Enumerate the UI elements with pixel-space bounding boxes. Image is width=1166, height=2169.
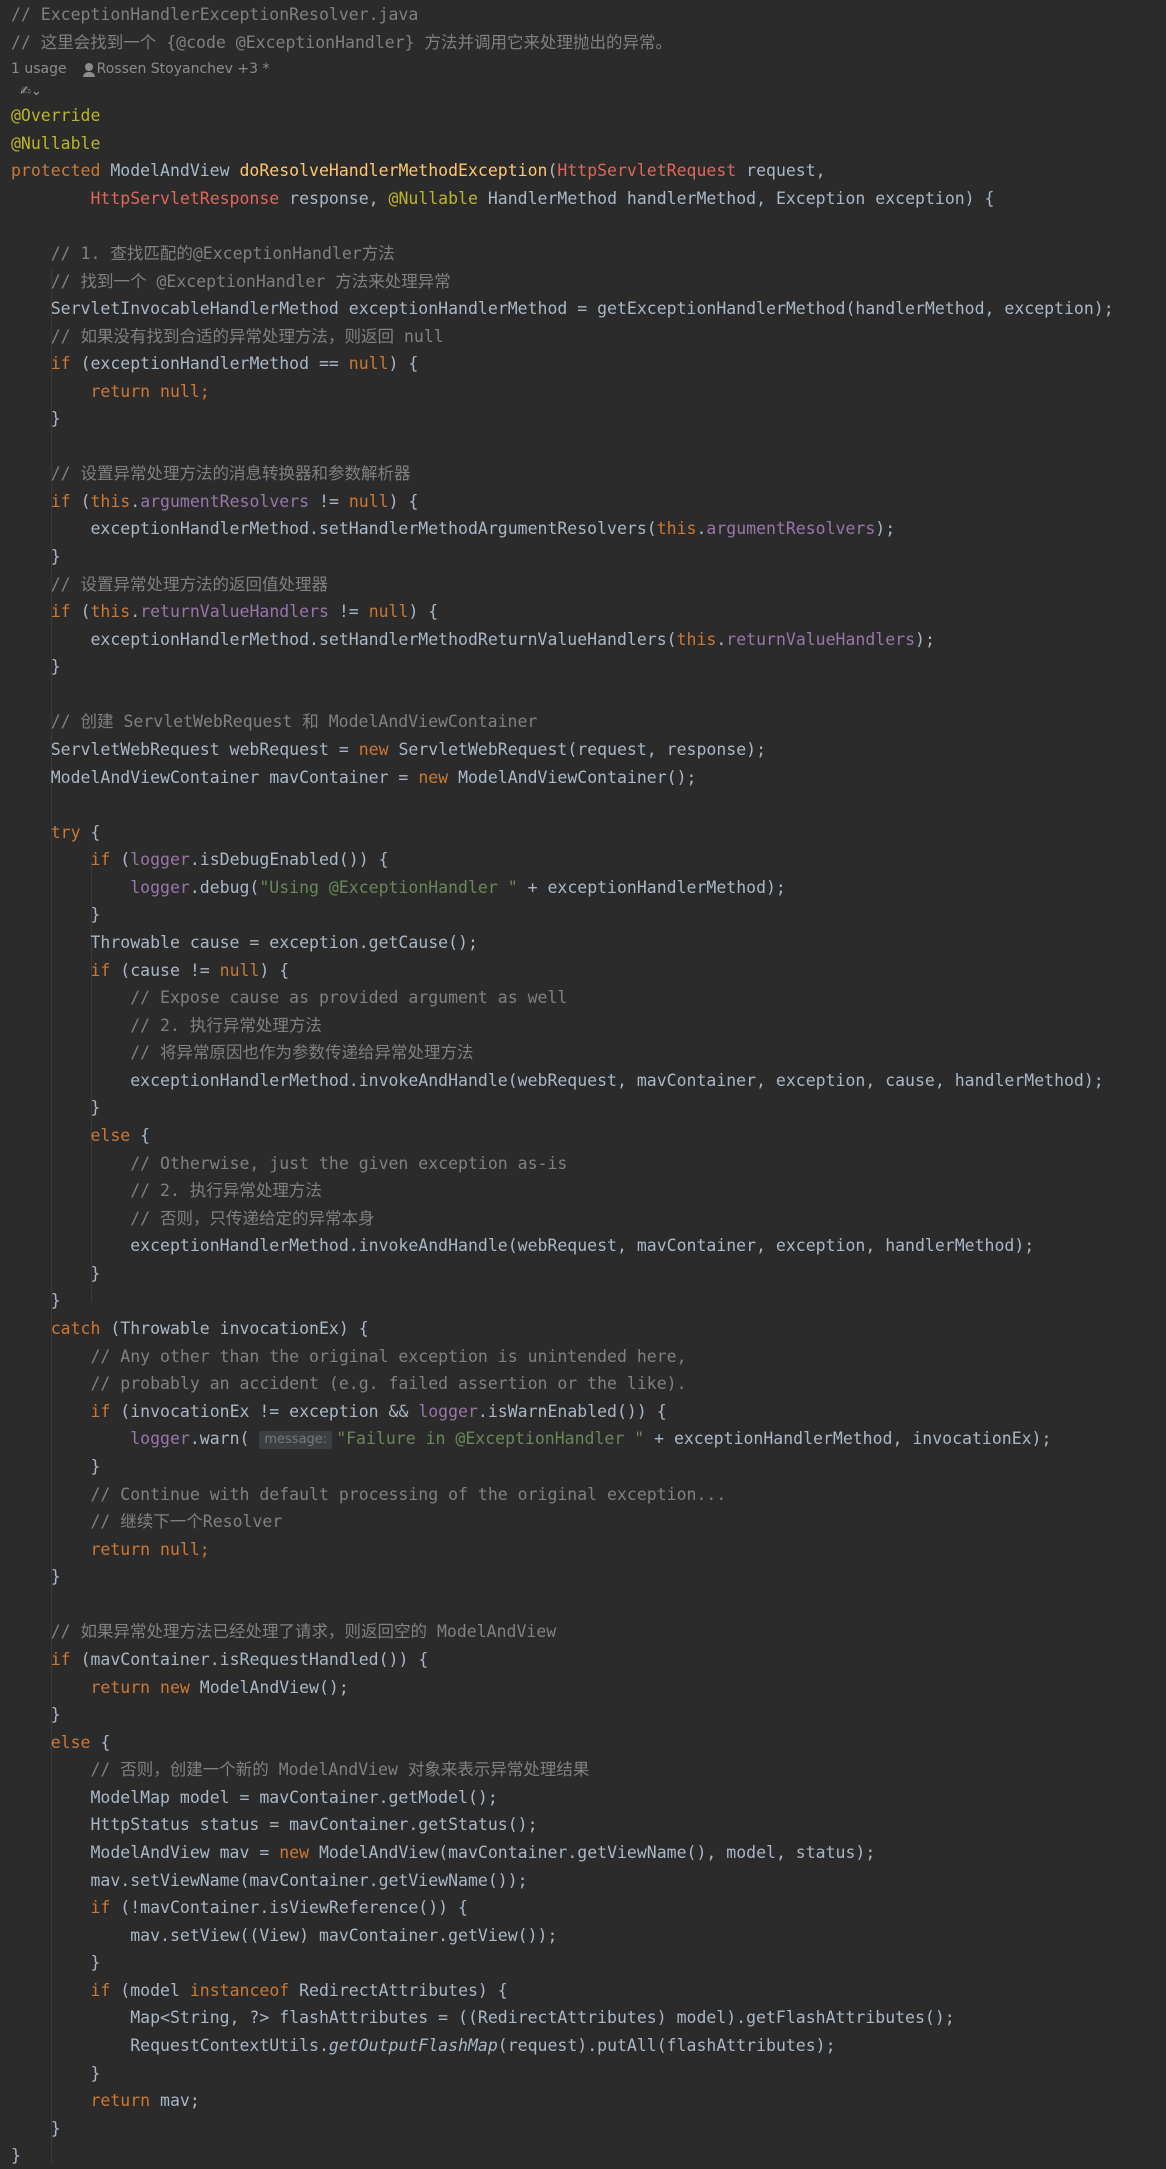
parameter-name-hint: message: bbox=[259, 1431, 333, 1449]
code-line: return null; bbox=[90, 382, 210, 401]
code-line: if (this.returnValueHandlers != null) { bbox=[50, 602, 439, 621]
code-line: // Expose cause as provided argument as … bbox=[130, 988, 568, 1007]
ai-assistant-icon[interactable]: ✍⌄ bbox=[20, 84, 42, 99]
code-line: } bbox=[90, 1953, 101, 1972]
code-line: HttpServletResponse response, @Nullable … bbox=[90, 189, 995, 208]
code-line: // 1. 查找匹配的@ExceptionHandler方法 bbox=[50, 244, 395, 263]
filename-comment: // ExceptionHandlerExceptionResolver.jav… bbox=[11, 5, 419, 24]
code-line: logger.debug("Using @ExceptionHandler " … bbox=[130, 878, 786, 897]
code-editor[interactable]: // ExceptionHandlerExceptionResolver.jav… bbox=[0, 0, 1166, 2169]
code-line: mav.setView((View) mavContainer.getView(… bbox=[130, 1926, 558, 1945]
code-line: if (invocationEx != exception && logger.… bbox=[90, 1402, 667, 1421]
code-line: return mav; bbox=[90, 2091, 200, 2110]
code-line: else { bbox=[90, 1126, 151, 1145]
code-line: logger.warn( message: "Failure in @Except… bbox=[130, 1429, 1052, 1449]
code-line: // Continue with default processing of t… bbox=[90, 1485, 727, 1504]
code-line: } bbox=[90, 1098, 101, 1117]
code-line: // 创建 ServletWebRequest 和 ModelAndViewCo… bbox=[50, 712, 538, 731]
code-line: try { bbox=[50, 823, 101, 842]
code-line: if (model instanceof RedirectAttributes)… bbox=[90, 1981, 508, 2000]
code-line: if (!mavContainer.isViewReference()) { bbox=[90, 1898, 468, 1917]
code-line: } bbox=[50, 657, 61, 676]
code-line: if (exceptionHandlerMethod == null) { bbox=[50, 354, 419, 373]
code-line: // Otherwise, just the given exception a… bbox=[130, 1154, 568, 1173]
code-line: // 继续下一个Resolver bbox=[90, 1512, 283, 1531]
code-line: Map<String, ?> flashAttributes = ((Redir… bbox=[130, 2008, 955, 2027]
code-line: } bbox=[11, 2146, 21, 2165]
code-line: // 2. 执行异常处理方法 bbox=[130, 1016, 322, 1035]
code-line: else { bbox=[50, 1733, 111, 1752]
code-line: exceptionHandlerMethod.invokeAndHandle(w… bbox=[130, 1236, 1035, 1255]
code-line: // Any other than the original exception… bbox=[90, 1347, 687, 1366]
code-line: protected ModelAndView doResolveHandlerM… bbox=[11, 161, 826, 180]
code-line: HttpStatus status = mavContainer.getStat… bbox=[90, 1815, 538, 1834]
code-line: } bbox=[90, 1264, 101, 1283]
code-line: @Override bbox=[11, 106, 101, 125]
inlay-hints: 1 usage Rossen Stoyanchev +3 * bbox=[11, 61, 269, 77]
doc-comment: // 这里会找到一个 {@code @ExceptionHandler} 方法并… bbox=[11, 33, 673, 52]
code-line: exceptionHandlerMethod.setHandlerMethodA… bbox=[90, 519, 896, 538]
code-line: } bbox=[50, 1291, 61, 1310]
code-line: @Nullable bbox=[11, 134, 101, 153]
code-line: if (mavContainer.isRequestHandled()) { bbox=[50, 1650, 429, 1669]
code-line: } bbox=[50, 1567, 61, 1586]
code-line: } bbox=[50, 409, 61, 428]
code-line: // 2. 执行异常处理方法 bbox=[130, 1181, 322, 1200]
code-line: // 设置异常处理方法的消息转换器和参数解析器 bbox=[50, 464, 411, 483]
code-line: return null; bbox=[90, 1540, 210, 1559]
code-line: ServletInvocableHandlerMethod exceptionH… bbox=[50, 299, 1114, 318]
code-line: ModelAndViewContainer mavContainer = new… bbox=[50, 768, 697, 787]
code-line: // 将异常原因也作为参数传递给异常处理方法 bbox=[130, 1043, 474, 1062]
code-line: return new ModelAndView(); bbox=[90, 1678, 349, 1697]
code-line: mav.setViewName(mavContainer.getViewName… bbox=[90, 1871, 528, 1890]
code-line: // 如果异常处理方法已经处理了请求，则返回空的 ModelAndView bbox=[50, 1622, 557, 1641]
code-line: if (this.argumentResolvers != null) { bbox=[50, 492, 419, 511]
code-line: } bbox=[50, 2119, 61, 2138]
code-line: ModelAndView mav = new ModelAndView(mavC… bbox=[90, 1843, 876, 1862]
code-line: ServletWebRequest webRequest = new Servl… bbox=[50, 740, 767, 759]
code-line: } bbox=[50, 547, 61, 566]
code-line: } bbox=[50, 1705, 61, 1724]
code-line: RequestContextUtils.getOutputFlashMap(re… bbox=[130, 2036, 836, 2055]
author-hint[interactable]: Rossen Stoyanchev +3 * bbox=[97, 61, 270, 77]
code-line: } bbox=[90, 905, 101, 924]
code-line: } bbox=[90, 2064, 101, 2083]
code-line: // 设置异常处理方法的返回值处理器 bbox=[50, 575, 329, 594]
code-line: if (logger.isDebugEnabled()) { bbox=[90, 850, 389, 869]
code-line: exceptionHandlerMethod.setHandlerMethodR… bbox=[90, 630, 935, 649]
usage-hint[interactable]: 1 usage bbox=[11, 61, 67, 77]
code-line: // 如果没有找到合适的异常处理方法，则返回 null bbox=[50, 327, 444, 346]
code-line: exceptionHandlerMethod.invokeAndHandle(w… bbox=[130, 1071, 1104, 1090]
author-icon bbox=[82, 63, 95, 77]
code-line: // 找到一个 @ExceptionHandler 方法来处理异常 bbox=[50, 272, 451, 291]
code-line: catch (Throwable invocationEx) { bbox=[50, 1319, 369, 1338]
code-line: // 否则，只传递给定的异常本身 bbox=[130, 1209, 375, 1228]
code-line: if (cause != null) { bbox=[90, 961, 290, 980]
code-line: // 否则，创建一个新的 ModelAndView 对象来表示异常处理结果 bbox=[90, 1760, 590, 1779]
code-line: // probably an accident (e.g. failed ass… bbox=[90, 1374, 687, 1393]
code-line: } bbox=[90, 1457, 101, 1476]
code-line: Throwable cause = exception.getCause(); bbox=[90, 933, 478, 952]
code-line: ModelMap model = mavContainer.getModel()… bbox=[90, 1788, 498, 1807]
